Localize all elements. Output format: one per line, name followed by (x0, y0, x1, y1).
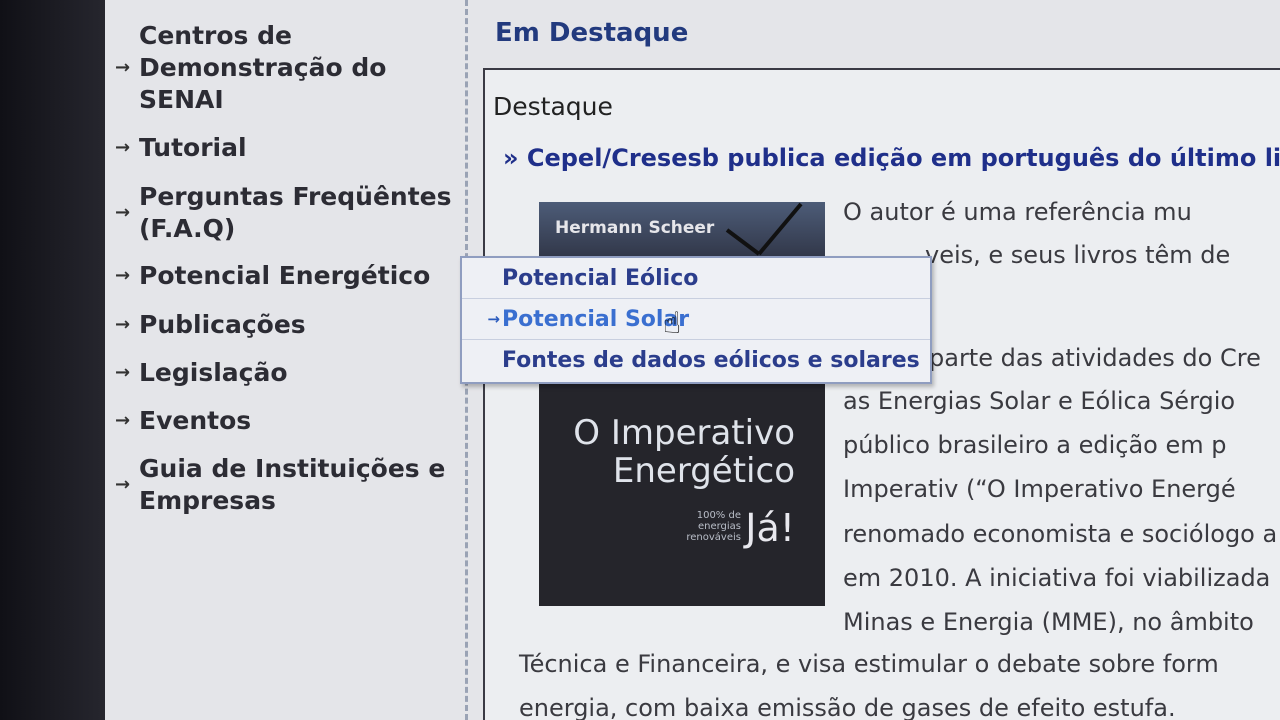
sidebar-item-label: Potencial Energético (139, 261, 431, 290)
book-title: O Imperativo Energético (573, 414, 795, 490)
arrow-icon: → (115, 137, 131, 158)
menu-item-potencial-eolico[interactable]: Potencial Eólico (462, 258, 930, 299)
sidebar-item-eventos[interactable]: → Eventos (115, 405, 251, 437)
sidebar-item-faq[interactable]: → Perguntas Freqüêntes (F.A.Q) (115, 181, 452, 245)
sidebar-item-label: Demonstração do (139, 53, 387, 82)
arrow-icon: → (115, 410, 131, 431)
article-text-line: Imperativ (“O Imperativo Energé (843, 475, 1236, 503)
sidebar-item-label: Tutorial (139, 133, 247, 162)
potencial-dropdown-menu: Potencial Eólico → Potencial Solar Fonte… (460, 256, 932, 384)
arrow-icon: → (115, 474, 131, 495)
book-subtitle-line: 100% de (696, 510, 741, 521)
article-text-line: energia, com baixa emissão de gases de e… (519, 694, 1176, 720)
hand-pointer-icon: ☝ (663, 306, 682, 341)
sidebar-item-guia[interactable]: → Guia de Instituições e Empresas (115, 453, 445, 517)
headline-link[interactable]: » Cepel/Cresesb publica edição em portug… (503, 144, 1280, 172)
book-subtitle: 100% de energias renováveis (686, 510, 741, 543)
arrow-icon: → (115, 202, 131, 223)
arrow-icon: → (115, 314, 131, 335)
monitor-bezel (0, 0, 105, 720)
sidebar-nav: → Centros de Demonstração do SENAI → Tut… (105, 0, 465, 720)
sidebar-item-label: Eventos (139, 406, 252, 435)
arrow-icon: → (487, 310, 500, 328)
article-text-line: as Energias Solar e Eólica Sérgio (843, 387, 1236, 415)
sidebar-item-potencial[interactable]: → Potencial Energético (115, 260, 430, 292)
article-text-line: público brasileiro a edição em p (843, 431, 1227, 459)
book-subtitle-line: energias (697, 521, 741, 532)
menu-item-label: Potencial Eólico (502, 265, 699, 291)
sidebar-item-label: SENAI (139, 85, 224, 114)
article-text-line: veis, e seus livros têm de (925, 241, 1231, 269)
sidebar-item-label: Perguntas Freqüêntes (139, 182, 452, 211)
browser-page: → Centros de Demonstração do SENAI → Tut… (105, 0, 1280, 720)
clock-hands-graphic (725, 202, 803, 256)
sidebar-item-label: Guia de Instituições e (139, 454, 446, 483)
book-title-line: O Imperativo (573, 413, 795, 453)
article-text-line: Minas e Energia (MME), no âmbito (843, 608, 1254, 636)
sidebar-item-label: (F.A.Q) (139, 214, 236, 243)
sidebar-item-publicacoes[interactable]: → Publicações (115, 309, 306, 341)
article-text-line: O autor é uma referência mu (843, 198, 1192, 226)
sidebar-item-label: Publicações (139, 310, 306, 339)
menu-item-potencial-solar[interactable]: → Potencial Solar (462, 299, 930, 340)
box-heading: Destaque (493, 92, 613, 121)
sidebar-item-centros[interactable]: → Centros de Demonstração do SENAI (115, 20, 386, 116)
sidebar-item-legislacao[interactable]: → Legislação (115, 357, 288, 389)
book-author: Hermann Scheer (555, 218, 715, 238)
arrow-icon: → (115, 265, 131, 286)
featured-box: Destaque » Cepel/Cresesb publica edição … (483, 68, 1280, 720)
arrow-icon: → (115, 57, 131, 78)
article-text-line: em 2010. A iniciativa foi viabilizada (843, 564, 1271, 592)
menu-item-fontes-dados[interactable]: Fontes de dados eólicos e solares (462, 340, 930, 380)
book-ja: Já! (745, 506, 795, 550)
book-title-line: Energético (612, 451, 795, 491)
sidebar-item-label: Empresas (139, 486, 276, 515)
sidebar-item-label: Legislação (139, 358, 288, 387)
menu-item-label: Potencial Solar (502, 306, 690, 332)
section-title: Em Destaque (495, 18, 689, 48)
book-subtitle-line: renováveis (686, 532, 741, 543)
article-text-line: Técnica e Financeira, e visa estimular o… (519, 650, 1219, 678)
arrow-icon: → (115, 362, 131, 383)
article-text-line: parte das atividades do Cre (929, 344, 1261, 372)
sidebar-item-label: Centros de (139, 21, 292, 50)
article-text-line: renomado economista e sociólogo a (843, 520, 1278, 548)
sidebar-item-tutorial[interactable]: → Tutorial (115, 132, 247, 164)
menu-item-label: Fontes de dados eólicos e solares (502, 347, 920, 373)
